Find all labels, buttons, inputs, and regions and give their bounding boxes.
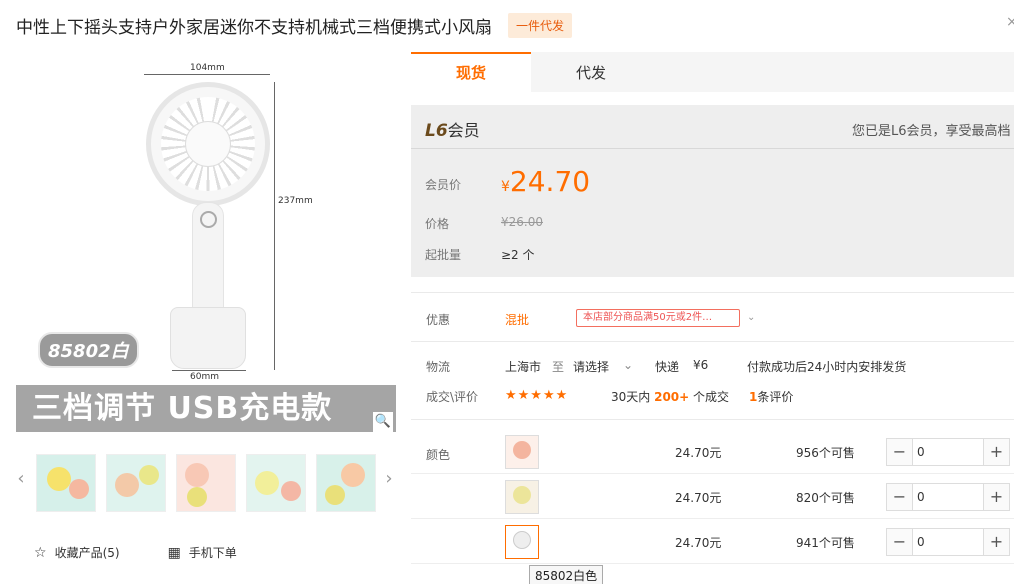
- sku-stock: 956个可售: [796, 446, 855, 460]
- fan-hub-graphic: [185, 121, 231, 167]
- deal-count[interactable]: 200+: [654, 390, 689, 404]
- plus-button[interactable]: +: [983, 529, 1009, 555]
- thumb-2[interactable]: [106, 454, 166, 512]
- product-title: 中性上下摇头支持户外家居迷你不支持机械式三档便携式小风扇: [16, 17, 492, 38]
- review-summary[interactable]: 1条评价: [749, 388, 793, 405]
- fan-head-graphic: [146, 82, 270, 206]
- quantity-input[interactable]: [917, 443, 977, 461]
- ship-method: 快递: [655, 360, 680, 374]
- price-panel: L6会员 您已是L6会员，享受最高档 会员价 ¥24.70 价格 ¥26.00 …: [411, 105, 1014, 277]
- product-title-row: 中性上下摇头支持户外家居迷你不支持机械式三档便携式小风扇 一件代发: [16, 10, 573, 40]
- currency-symbol: ¥: [501, 179, 510, 195]
- ship-from: 上海市: [505, 360, 542, 374]
- thumb-4[interactable]: [246, 454, 306, 512]
- review-suffix: 条评价: [757, 390, 794, 404]
- action-row: ☆ 收藏产品(5) ▦ 手机下单: [34, 544, 237, 561]
- moq-value: ≥2 个: [501, 248, 535, 262]
- purchase-tabs: 现货 代发: [411, 52, 1014, 92]
- divider: [411, 292, 1014, 293]
- thumbnail-strip: ‹ ›: [16, 452, 396, 514]
- base-dimension-line: [172, 370, 246, 371]
- thumb-next-icon[interactable]: ›: [382, 468, 396, 489]
- favorite-label: 收藏产品(5): [54, 546, 120, 560]
- member-note: 您已是L6会员，享受最高档: [852, 124, 1011, 139]
- price-label: 价格: [425, 217, 450, 231]
- sku-price: 24.70元: [675, 446, 722, 460]
- deal-summary: 30天内 200+ 个成交: [611, 388, 729, 405]
- mobile-order-label: 手机下单: [188, 546, 237, 560]
- destination-select[interactable]: 请选择: [573, 358, 609, 375]
- member-level-prefix: L6: [425, 121, 448, 141]
- deal-count-suffix: 个成交: [693, 390, 730, 404]
- ship-to-word: 至: [552, 360, 565, 374]
- sku-stock: 941个可售: [796, 536, 855, 550]
- member-level: L6会员: [425, 117, 480, 141]
- ship-note: 付款成功后24小时内安排发货: [747, 360, 907, 374]
- promo-detail[interactable]: 本店部分商品满50元或2件…: [576, 309, 740, 327]
- base-dimension-label: 60mm: [190, 372, 219, 382]
- moq-label: 起批量: [425, 248, 462, 262]
- plus-button[interactable]: +: [983, 484, 1009, 510]
- ship-fee: ¥6: [693, 358, 709, 372]
- quantity-input[interactable]: [917, 488, 977, 506]
- member-price: ¥24.70: [501, 165, 590, 198]
- deal-period: 30天内: [611, 390, 651, 404]
- dropship-badge[interactable]: 一件代发: [508, 12, 573, 38]
- plus-button[interactable]: +: [983, 439, 1009, 465]
- sku-price: 24.70元: [675, 491, 722, 505]
- divider: [411, 341, 1014, 342]
- mobile-order-button[interactable]: ▦ 手机下单: [168, 544, 237, 561]
- fan-base-graphic: [170, 307, 246, 369]
- promo-tag: 混批: [505, 313, 530, 327]
- thumb-5[interactable]: [316, 454, 376, 512]
- height-dimension-label: 237mm: [278, 196, 313, 206]
- deals-label: 成交\评价: [426, 390, 479, 404]
- quantity-input[interactable]: [917, 533, 977, 551]
- thumb-prev-icon[interactable]: ‹: [14, 468, 28, 489]
- minus-button[interactable]: −: [887, 439, 913, 465]
- member-price-value: 24.70: [509, 165, 591, 198]
- sku-tooltip: 85802白色: [529, 565, 604, 584]
- chevron-down-icon[interactable]: ⌄: [623, 358, 633, 372]
- tab-in-stock[interactable]: 现货: [411, 52, 531, 92]
- height-dimension-line: [274, 82, 275, 370]
- fan-power-button-graphic: [200, 211, 217, 228]
- quantity-stepper: − +: [886, 528, 1010, 556]
- sku-thumb[interactable]: [505, 480, 539, 514]
- width-dimension-label: 104mm: [190, 63, 225, 73]
- member-row: L6会员 您已是L6会员，享受最高档: [411, 105, 1014, 149]
- width-dimension-line: [144, 74, 270, 75]
- quantity-stepper: − +: [886, 483, 1010, 511]
- sku-row: 24.70元 956个可售 − +: [411, 430, 1014, 474]
- sku-thumb-selected[interactable]: [505, 525, 539, 559]
- sku-stock: 820个可售: [796, 491, 855, 505]
- thumb-1[interactable]: [36, 454, 96, 512]
- sku-price: 24.70元: [675, 536, 722, 550]
- feature-banner: 三档调节 USB充电款: [16, 385, 396, 432]
- star-outline-icon: ☆: [34, 544, 47, 561]
- sku-thumb[interactable]: [505, 435, 539, 469]
- original-price: ¥26.00: [501, 215, 543, 229]
- favorite-button[interactable]: ☆ 收藏产品(5): [34, 544, 120, 561]
- sku-row: 24.70元 820个可售 − +: [411, 475, 1014, 519]
- thumb-3[interactable]: [176, 454, 236, 512]
- member-level-suffix: 会员: [447, 121, 480, 140]
- minus-button[interactable]: −: [887, 484, 913, 510]
- divider: [411, 419, 1014, 420]
- chevron-down-icon[interactable]: ⌄: [747, 312, 755, 323]
- quantity-stepper: − +: [886, 438, 1010, 466]
- qrcode-icon: ▦: [167, 544, 181, 561]
- main-product-image[interactable]: 104mm 237mm 60mm 85802白 三档调节 USB充电款 🔍: [16, 52, 396, 432]
- close-icon[interactable]: ×: [1006, 14, 1014, 30]
- sku-row: 24.70元 941个可售 − +: [411, 520, 1014, 564]
- tab-dropship[interactable]: 代发: [531, 52, 651, 92]
- promo-label: 优惠: [426, 313, 451, 327]
- model-tag: 85802白: [38, 332, 139, 368]
- logistics-label: 物流: [426, 360, 451, 374]
- zoom-icon[interactable]: 🔍: [373, 412, 393, 432]
- minus-button[interactable]: −: [887, 529, 913, 555]
- member-price-label: 会员价: [425, 178, 462, 192]
- rating-stars: ★★★★★: [505, 388, 569, 403]
